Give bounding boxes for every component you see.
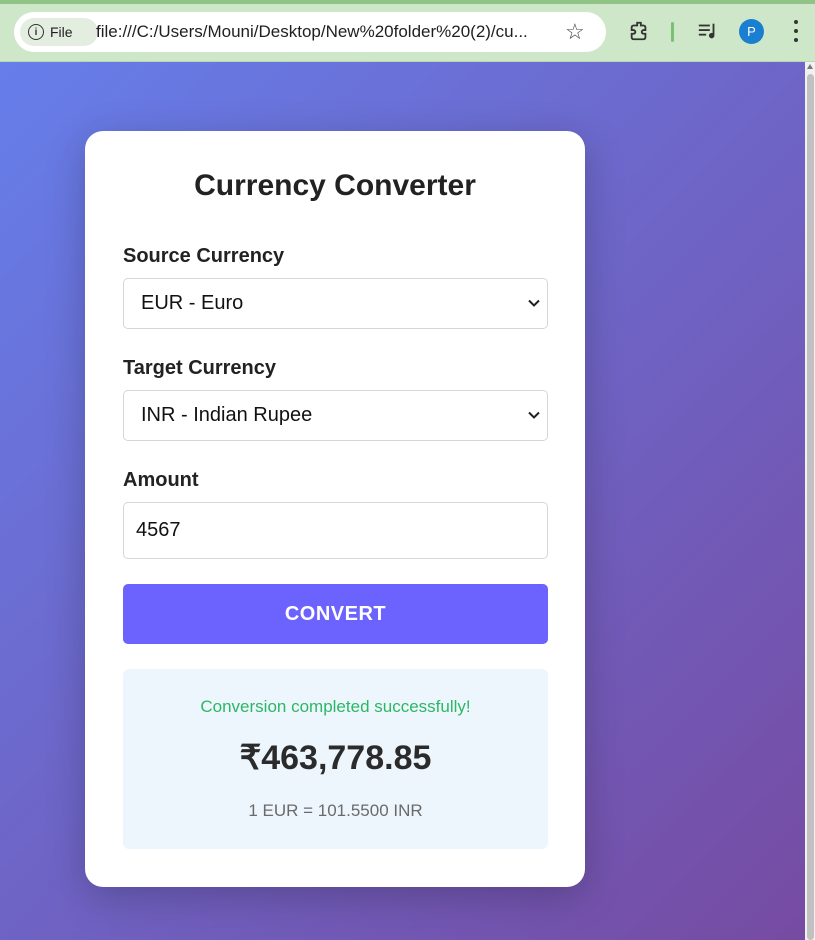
target-currency-select[interactable]: INR - Indian Rupee [123, 390, 548, 441]
source-currency-value: EUR - Euro [141, 292, 244, 314]
page-background: Currency Converter Source Currency EUR -… [0, 62, 805, 940]
chevron-down-icon [528, 411, 540, 419]
source-currency-select[interactable]: EUR - Euro [123, 278, 548, 329]
amount-value: 4567 [136, 519, 181, 541]
browser-toolbar: i File file:///C:/Users/Mouni/Desktop/Ne… [0, 0, 815, 62]
target-currency-label: Target Currency [123, 357, 277, 379]
site-info-chip[interactable]: i File [20, 18, 98, 46]
toolbar-divider [671, 22, 674, 42]
browser-menu-icon[interactable] [787, 18, 805, 44]
convert-button[interactable]: CONVERT [123, 584, 548, 644]
amount-input[interactable]: 4567 [123, 502, 548, 559]
info-icon: i [28, 24, 44, 40]
exchange-rate: 1 EUR = 101.5500 INR [248, 801, 423, 820]
extensions-puzzle-icon[interactable] [628, 20, 650, 42]
chevron-down-icon [528, 299, 540, 307]
target-currency-value: INR - Indian Rupee [141, 404, 313, 426]
media-control-icon[interactable] [697, 20, 719, 42]
bookmark-star-icon[interactable]: ☆ [565, 19, 585, 45]
address-bar[interactable]: i File file:///C:/Users/Mouni/Desktop/Ne… [14, 12, 606, 52]
tab-strip-accent [0, 0, 815, 4]
page-title: Currency Converter [194, 169, 476, 202]
scrollbar-thumb[interactable] [807, 74, 814, 940]
scroll-up-arrow-icon[interactable] [807, 64, 813, 69]
amount-label: Amount [123, 469, 199, 491]
site-chip-label: File [50, 24, 73, 40]
page-scrollbar[interactable] [805, 62, 815, 940]
converted-amount: ₹463,778.85 [239, 739, 432, 777]
url-text[interactable]: file:///C:/Users/Mouni/Desktop/New%20fol… [96, 22, 566, 42]
converter-card: Currency Converter Source Currency EUR -… [85, 131, 585, 887]
result-panel: Conversion completed successfully! ₹463,… [123, 669, 548, 849]
profile-avatar[interactable]: P [739, 19, 764, 44]
result-status-message: Conversion completed successfully! [200, 697, 471, 716]
source-currency-label: Source Currency [123, 245, 285, 267]
